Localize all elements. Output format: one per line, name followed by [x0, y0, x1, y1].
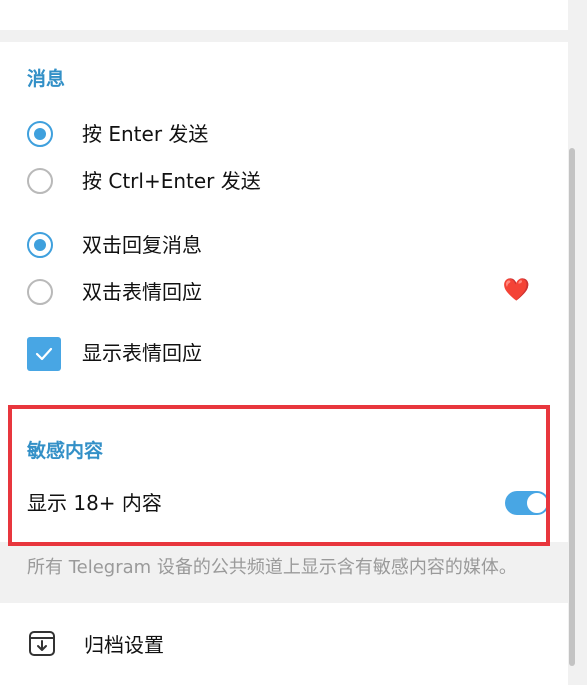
send-ctrl-enter-option[interactable]: 按 Ctrl+Enter 发送	[0, 164, 560, 204]
messages-section-title: 消息	[27, 68, 66, 90]
sensitive-hint-text: 所有 Telegram 设备的公共频道上显示含有敏感内容的媒体。	[27, 557, 517, 578]
archive-icon	[29, 631, 55, 656]
double-click-reply-option[interactable]: 双击回复消息	[0, 228, 560, 268]
sensitive-content-section: 敏感内容 显示 18+ 内容	[0, 402, 568, 542]
scrollbar-thumb[interactable]	[569, 148, 575, 666]
show-reactions-label: 显示表情回应	[82, 341, 202, 365]
reaction-heart-icon[interactable]: ❤️	[503, 278, 530, 304]
send-ctrl-enter-radio[interactable]	[27, 168, 53, 194]
double-click-react-label: 双击表情回应	[82, 280, 202, 304]
send-ctrl-enter-label: 按 Ctrl+Enter 发送	[82, 169, 261, 193]
send-enter-radio[interactable]	[27, 121, 53, 147]
sensitive-section-title: 敏感内容	[27, 440, 104, 462]
checkmark-icon	[35, 347, 53, 361]
section-separator	[0, 30, 568, 42]
double-click-react-option[interactable]: 双击表情回应 ❤️	[0, 275, 560, 315]
show-reactions-option[interactable]: 显示表情回应	[0, 334, 560, 374]
send-enter-option[interactable]: 按 Enter 发送	[0, 117, 560, 157]
double-click-reply-radio[interactable]	[27, 232, 53, 258]
double-click-reply-label: 双击回复消息	[82, 233, 202, 257]
archive-settings-row[interactable]: 归档设置	[0, 603, 568, 685]
show-18-toggle[interactable]	[505, 491, 549, 515]
send-enter-label: 按 Enter 发送	[82, 122, 209, 146]
previous-section-card	[0, 0, 568, 30]
show-18-label: 显示 18+ 内容	[27, 491, 162, 515]
double-click-react-radio[interactable]	[27, 279, 53, 305]
settings-panel: 消息 按 Enter 发送 按 Ctrl+Enter 发送 双击回复消息 双击表…	[0, 0, 587, 685]
messages-section: 消息 按 Enter 发送 按 Ctrl+Enter 发送 双击回复消息 双击表…	[0, 42, 568, 402]
show-reactions-checkbox[interactable]	[27, 337, 61, 371]
toggle-knob	[526, 492, 548, 514]
archive-settings-label: 归档设置	[84, 633, 164, 657]
